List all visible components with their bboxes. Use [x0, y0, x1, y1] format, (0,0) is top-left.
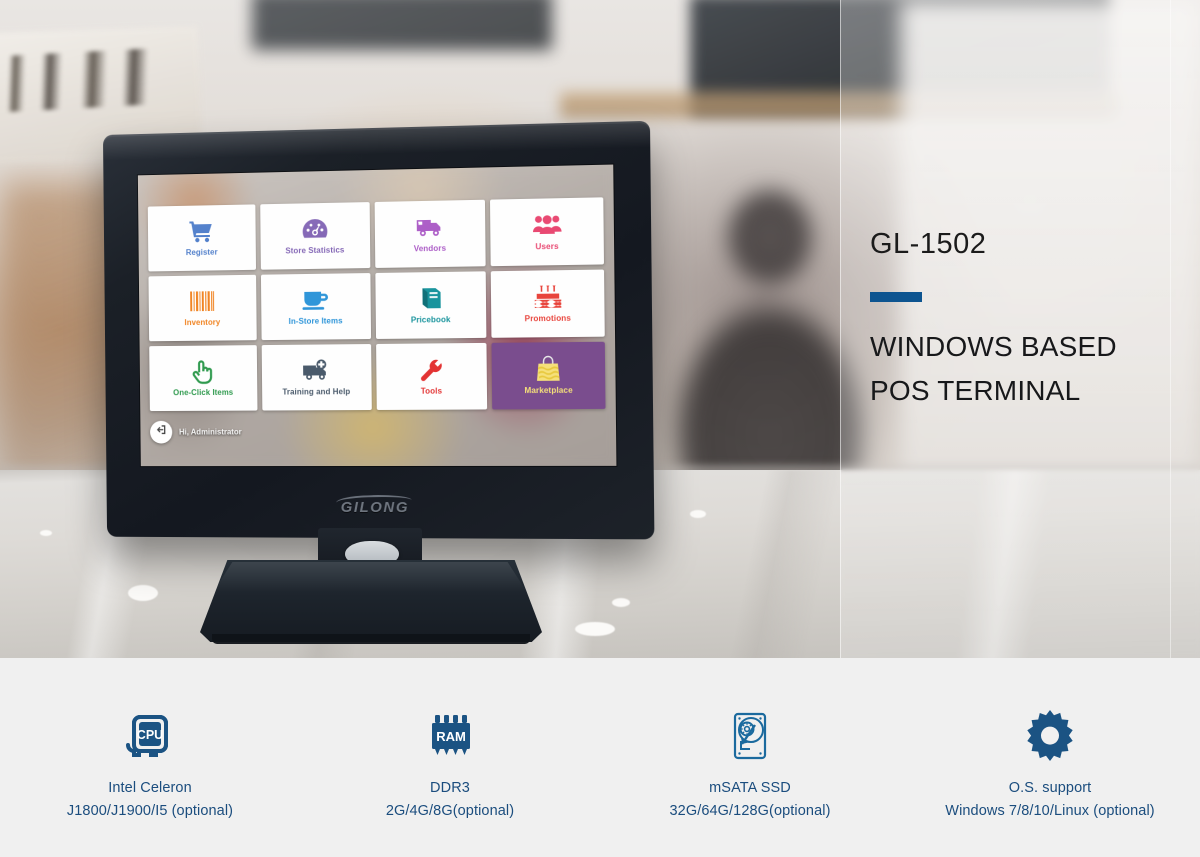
pos-tile-label: Inventory — [184, 317, 221, 328]
ram-chip-icon: RAM — [422, 703, 478, 765]
pos-touchscreen[interactable]: Register Store Statistics Vendors Users … — [137, 164, 617, 467]
spec-item-ram: RAM DDR3 2G/4G/8G(optional) — [300, 658, 600, 819]
pos-tile-marketplace[interactable]: Marketplace — [491, 341, 606, 410]
pos-tile-label: Register — [185, 247, 218, 258]
pos-tile-label: In-Store Items — [288, 316, 343, 326]
pos-app-grid: Register Store Statistics Vendors Users … — [147, 197, 606, 412]
pos-tile-promotions[interactable]: Promotions — [491, 269, 605, 338]
spec-detail: Windows 7/8/10/Linux (optional) — [945, 803, 1155, 819]
pos-tile-label: Vendors — [413, 243, 447, 254]
pos-tile-vendors[interactable]: Vendors — [374, 199, 486, 268]
cpu-chip-icon: CPU — [122, 703, 178, 765]
specifications-bar: CPU Intel Celeron J1800/J1900/I5 (option… — [0, 658, 1200, 857]
pos-tile-label: Promotions — [524, 313, 572, 324]
product-model-code: GL-1502 — [870, 228, 987, 260]
barcode-icon — [189, 286, 215, 316]
hero-banner: Register Store Statistics Vendors Users … — [0, 0, 1200, 658]
spec-title: mSATA SSD — [709, 780, 791, 796]
shopping-bag-icon — [535, 353, 561, 384]
pos-status-bar: Hi, Administrator — [149, 415, 587, 446]
delivery-truck-icon — [416, 212, 444, 243]
brand-logo: GILONG — [335, 493, 412, 517]
monitor-stand-foot — [212, 634, 530, 644]
pos-tile-label: Marketplace — [524, 385, 573, 396]
coffee-cup-icon — [301, 285, 329, 315]
pos-tile-in-store-items[interactable]: In-Store Items — [260, 273, 371, 341]
logout-arrow-icon — [155, 423, 167, 441]
pos-tile-label: Store Statistics — [285, 245, 345, 256]
accent-divider-bar — [870, 292, 922, 302]
pos-tile-one-click-items[interactable]: One-Click Items — [149, 345, 258, 412]
spec-title: Intel Celeron — [108, 780, 192, 796]
pos-tile-store-statistics[interactable]: Store Statistics — [259, 202, 370, 270]
monitor-stand-base-highlight — [213, 562, 527, 592]
pos-tile-users[interactable]: Users — [490, 197, 604, 267]
spec-title: O.S. support — [1008, 780, 1092, 796]
pos-tile-label: Tools — [420, 386, 443, 396]
pos-tile-pricebook[interactable]: Pricebook — [374, 271, 487, 339]
spec-detail: J1800/J1900/I5 (optional) — [66, 803, 234, 819]
shopping-cart-icon — [189, 216, 214, 246]
spec-item-os: O.S. support Windows 7/8/10/Linux (optio… — [900, 658, 1200, 819]
wrench-icon — [419, 354, 443, 384]
spec-title: DDR3 — [430, 780, 470, 796]
pointing-hand-icon — [192, 356, 215, 386]
ambulance-icon — [302, 355, 330, 385]
logout-button[interactable] — [149, 420, 173, 444]
headline-line-2: POS TERMINAL — [870, 375, 1081, 407]
spec-item-storage: mSATA SSD 32G/64G/128G(optional) — [600, 658, 900, 819]
pos-tile-tools[interactable]: Tools — [375, 342, 488, 410]
spec-item-cpu: CPU Intel Celeron J1800/J1900/I5 (option… — [0, 658, 300, 819]
spec-detail: 2G/4G/8G(optional) — [385, 803, 515, 819]
background-chalkboard-secondary — [252, 0, 552, 50]
pos-tile-training-and-help[interactable]: Training and Help — [261, 344, 372, 411]
pos-tile-label: Training and Help — [282, 387, 351, 397]
pos-tile-register[interactable]: Register — [147, 204, 256, 272]
panel-divider-left — [840, 0, 841, 658]
pos-tile-inventory[interactable]: Inventory — [148, 274, 257, 342]
gear-icon — [1021, 703, 1079, 765]
book-icon — [418, 283, 442, 313]
headline-line-1: WINDOWS BASED — [870, 331, 1117, 362]
pos-tile-label: Users — [535, 241, 559, 252]
pos-terminal-monitor: Register Store Statistics Vendors Users … — [102, 120, 655, 540]
svg-text:RAM: RAM — [436, 729, 466, 744]
gauge-icon — [301, 214, 328, 244]
svg-text:CPU: CPU — [137, 728, 163, 742]
product-headline: WINDOWS BASED POS TERMINAL — [870, 325, 1190, 413]
pos-tile-label: One-Click Items — [173, 387, 234, 398]
product-info-panel: GL-1502 WINDOWS BASED POS TERMINAL — [840, 0, 1200, 658]
birthday-cake-icon — [533, 281, 562, 312]
background-sign-lettering — [0, 46, 184, 114]
hard-drive-icon — [722, 703, 778, 765]
users-group-icon — [532, 209, 562, 240]
spec-detail: 32G/64G/128G(optional) — [669, 803, 831, 819]
pos-tile-label: Pricebook — [410, 315, 451, 325]
greeting-text: Hi, Administrator — [178, 426, 242, 437]
